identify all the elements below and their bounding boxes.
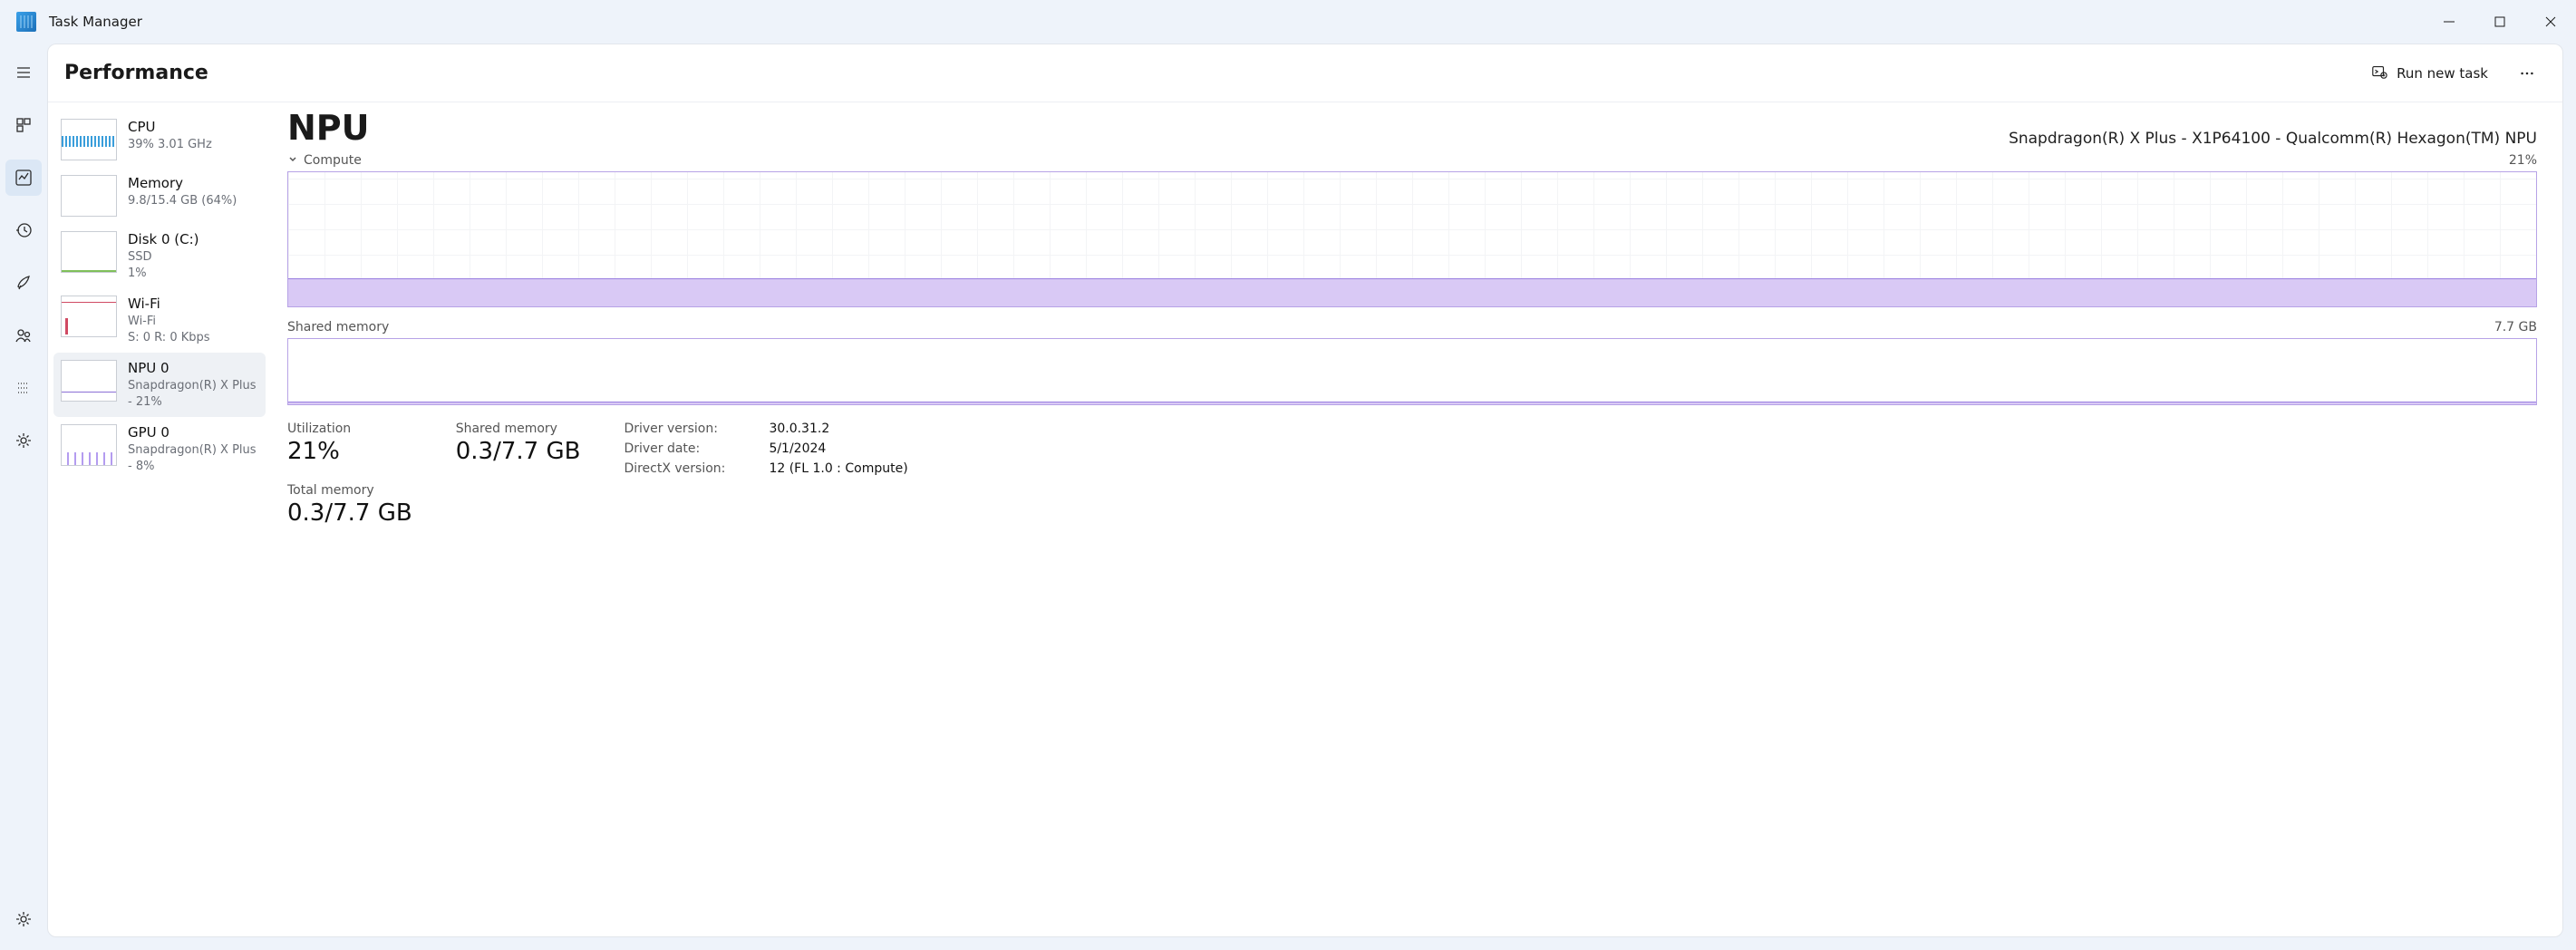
main-card: Performance Run new task bbox=[47, 44, 2563, 937]
wifi-thumb bbox=[61, 296, 117, 337]
sidebar-item-disk[interactable]: Disk 0 (C:) SSD 1% bbox=[53, 224, 266, 288]
stats-row: Utilization 21% Total memory 0.3/7.7 GB … bbox=[287, 422, 2537, 527]
run-task-label: Run new task bbox=[2397, 65, 2488, 82]
sidebar-item-cpu[interactable]: CPU 39% 3.01 GHz bbox=[53, 111, 266, 168]
disk-thumb bbox=[61, 231, 117, 273]
sidebar-item-npu[interactable]: NPU 0 Snapdragon(R) X Plus - 21% bbox=[53, 353, 266, 417]
resource-list: CPU 39% 3.01 GHz Memory 9.8/15.4 GB (64%… bbox=[48, 102, 271, 936]
compute-chart[interactable] bbox=[287, 171, 2537, 307]
startup-icon[interactable] bbox=[5, 265, 42, 301]
sidebar-item-memory[interactable]: Memory 9.8/15.4 GB (64%) bbox=[53, 168, 266, 224]
npu-thumb bbox=[61, 360, 117, 402]
sidebar-item-sub: 9.8/15.4 GB (64%) bbox=[128, 193, 237, 209]
sidebar-item-label: GPU 0 bbox=[128, 424, 258, 441]
app-title: Task Manager bbox=[49, 14, 142, 30]
maximize-button[interactable] bbox=[2474, 0, 2525, 44]
driver-info-table: Driver version: 30.0.31.2 Driver date: 5… bbox=[624, 422, 907, 476]
sidebar-item-sub: Wi-Fi S: 0 R: 0 Kbps bbox=[128, 314, 210, 345]
settings-icon[interactable] bbox=[5, 901, 42, 937]
sharedmem-chart-section: Shared memory 7.7 GB bbox=[287, 320, 2537, 405]
more-options-button[interactable] bbox=[2508, 56, 2546, 91]
run-task-icon bbox=[2371, 63, 2387, 83]
sidebar-item-wifi[interactable]: Wi-Fi Wi-Fi S: 0 R: 0 Kbps bbox=[53, 288, 266, 353]
detail-description: Snapdragon(R) X Plus - X1P64100 - Qualco… bbox=[2009, 130, 2537, 148]
detail-pane: NPU Snapdragon(R) X Plus - X1P64100 - Qu… bbox=[271, 102, 2562, 936]
cpu-thumb bbox=[61, 119, 117, 160]
details-icon[interactable] bbox=[5, 370, 42, 406]
run-new-task-button[interactable]: Run new task bbox=[2358, 56, 2501, 91]
sidebar-item-label: Disk 0 (C:) bbox=[128, 231, 199, 247]
nav-rail bbox=[0, 44, 47, 950]
stat-shared-memory: Shared memory 0.3/7.7 GB bbox=[456, 422, 581, 465]
hamburger-icon[interactable] bbox=[5, 54, 42, 91]
close-button[interactable] bbox=[2525, 0, 2576, 44]
sidebar-item-sub: Snapdragon(R) X Plus - 8% bbox=[128, 442, 258, 474]
sidebar-item-label: Memory bbox=[128, 175, 237, 191]
chevron-down-icon[interactable] bbox=[287, 153, 298, 168]
users-icon[interactable] bbox=[5, 317, 42, 354]
gpu-thumb bbox=[61, 424, 117, 466]
stat-total-memory: Total memory 0.3/7.7 GB bbox=[287, 483, 412, 527]
performance-icon[interactable] bbox=[5, 160, 42, 196]
compute-chart-label: Compute bbox=[304, 153, 362, 168]
page-header: Performance Run new task bbox=[48, 44, 2562, 102]
history-icon[interactable] bbox=[5, 212, 42, 248]
sidebar-item-sub: Snapdragon(R) X Plus - 21% bbox=[128, 378, 258, 410]
sidebar-item-sub: 39% 3.01 GHz bbox=[128, 137, 212, 153]
compute-chart-section: Compute 21% bbox=[287, 153, 2537, 307]
compute-chart-scale: 21% bbox=[2509, 153, 2537, 168]
window-controls bbox=[2424, 0, 2576, 44]
page-title: Performance bbox=[64, 62, 208, 84]
detail-title: NPU bbox=[287, 108, 370, 148]
services-icon[interactable] bbox=[5, 422, 42, 459]
sidebar-item-label: Wi-Fi bbox=[128, 296, 210, 312]
stat-utilization: Utilization 21% bbox=[287, 422, 412, 465]
memory-thumb bbox=[61, 175, 117, 217]
sharedmem-chart-scale: 7.7 GB bbox=[2494, 320, 2537, 334]
processes-icon[interactable] bbox=[5, 107, 42, 143]
sidebar-item-sub: SSD 1% bbox=[128, 249, 199, 281]
sharedmem-chart-label: Shared memory bbox=[287, 320, 389, 334]
app-icon bbox=[16, 12, 36, 32]
minimize-button[interactable] bbox=[2424, 0, 2474, 44]
sidebar-item-label: NPU 0 bbox=[128, 360, 258, 376]
sidebar-item-label: CPU bbox=[128, 119, 212, 135]
sidebar-item-gpu[interactable]: GPU 0 Snapdragon(R) X Plus - 8% bbox=[53, 417, 266, 481]
sharedmem-chart[interactable] bbox=[287, 338, 2537, 405]
titlebar: Task Manager bbox=[0, 0, 2576, 44]
